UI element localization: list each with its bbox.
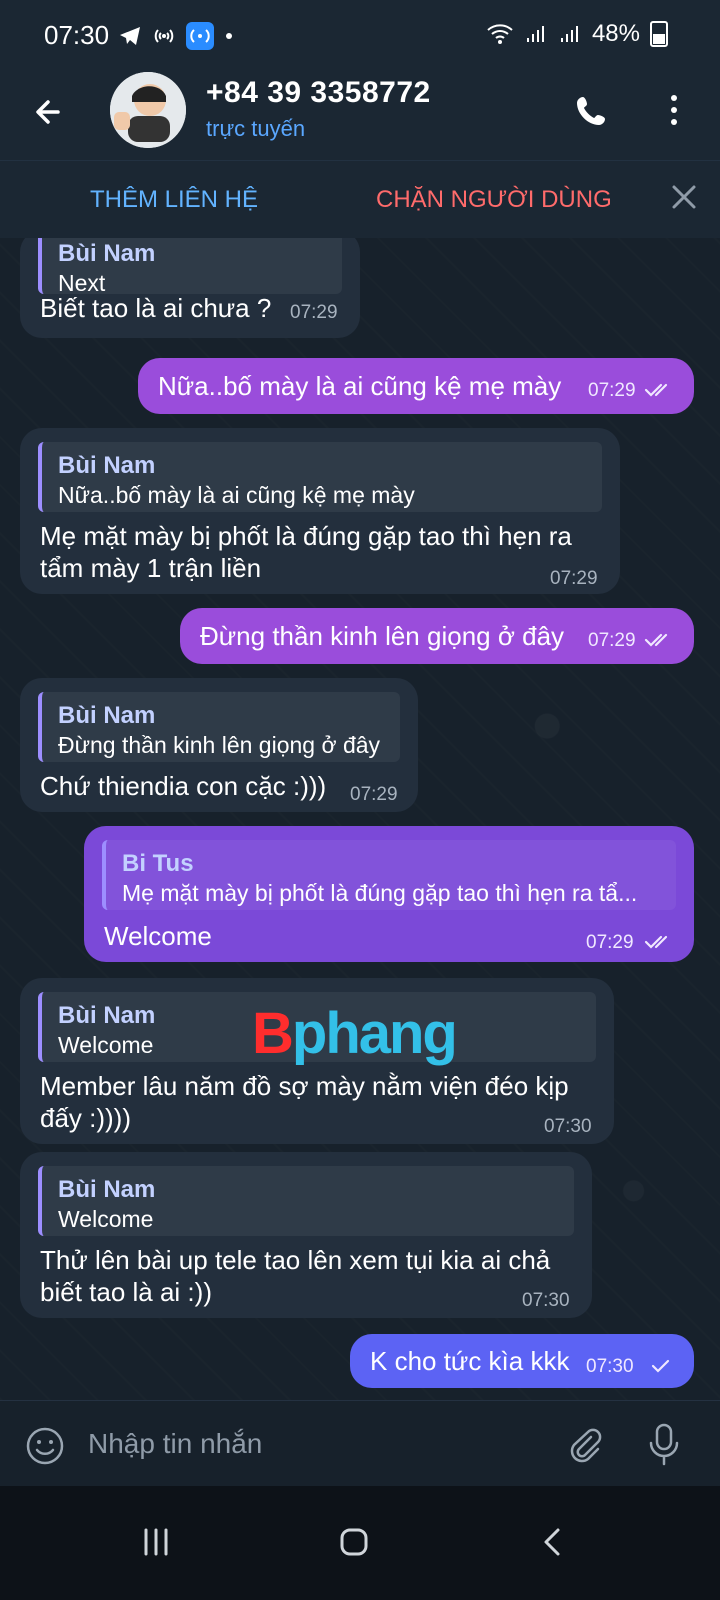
message-time: 07:29 [588, 380, 636, 401]
dot-icon [226, 33, 232, 39]
wifi-icon [487, 24, 513, 44]
battery-icon [650, 21, 668, 47]
message-time: 07:29 [350, 784, 398, 805]
chat-status: trực tuyến [206, 116, 306, 141]
home-icon[interactable] [332, 1520, 376, 1564]
message-bubble-1[interactable]: Bùi Nam Next Biết tao là ai chưa ? 07:29 [20, 238, 360, 338]
watermark-left: B [252, 1001, 294, 1066]
back-arrow-icon[interactable] [28, 90, 72, 134]
single-check-icon [651, 1359, 670, 1373]
chat-title: +84 39 3358772 [206, 76, 431, 109]
message-bubble-8[interactable]: Bùi Nam Welcome Thử lên bài up tele tao … [20, 1152, 592, 1318]
avatar-illustration [110, 72, 186, 148]
quote-name: Bùi Nam [58, 452, 156, 479]
quote-text: Mẹ mặt mày bị phốt là đúng gặp tao thì h… [122, 880, 638, 906]
avatar[interactable] [110, 72, 186, 148]
message-bubble-6[interactable]: Bi Tus Mẹ mặt mày bị phốt là đúng gặp ta… [84, 826, 694, 962]
emoji-icon[interactable] [24, 1425, 66, 1467]
chat-area: Bùi Nam Next Biết tao là ai chưa ? 07:29… [0, 238, 720, 1400]
quote-name: Bùi Nam [58, 702, 156, 729]
message-bubble-4[interactable]: Đừng thần kinh lên giọng ở đây 07:29 [180, 608, 694, 664]
message-time: 07:29 [588, 630, 636, 651]
reply-quote: Bùi Nam Next [38, 238, 342, 296]
message-time: 07:30 [544, 1116, 592, 1137]
message-text: Thử lên bài up tele tao lên xem tụi kia … [40, 1245, 551, 1307]
reply-quote: Bùi Nam Welcome [38, 1166, 574, 1236]
hotspot-active-icon [186, 22, 214, 50]
status-time: 07:30 [44, 20, 110, 50]
quote-name: Bùi Nam [58, 1002, 156, 1029]
quote-name: Bùi Nam [58, 240, 156, 267]
quote-text: Nữa..bố mày là ai cũng kệ mẹ mày [58, 482, 415, 508]
chat-header: +84 39 3358772 trực tuyến [0, 70, 720, 160]
recent-apps-icon[interactable] [134, 1520, 178, 1564]
message-time: 07:29 [550, 568, 598, 589]
telegram-icon [120, 27, 140, 45]
message-time: 07:29 [290, 302, 338, 323]
watermark: Bphang [252, 1000, 458, 1067]
hotspot-icon [154, 29, 174, 43]
double-check-icon [644, 633, 668, 647]
status-right: 48% [486, 20, 668, 48]
message-text: Chứ thiendia con cặc :))) [40, 771, 327, 801]
quote-name: Bùi Nam [58, 1176, 156, 1203]
back-icon[interactable] [532, 1520, 576, 1564]
message-input[interactable]: Nhập tin nhắn [88, 1428, 262, 1460]
message-composer: Nhập tin nhắn [0, 1400, 720, 1487]
message-text: Member lâu năm đồ sợ mày nằm viện đéo kị… [40, 1071, 569, 1133]
block-user-button[interactable]: CHẶN NGƯỜI DÙNG [376, 186, 612, 214]
reply-quote: Bùi Nam Nữa..bố mày là ai cũng kệ mẹ mày [38, 442, 602, 512]
battery-text: 48% [591, 20, 640, 47]
system-nav-bar [0, 1486, 720, 1600]
more-vertical-icon[interactable] [664, 88, 684, 132]
message-text: Mẹ mặt mày bị phốt là đúng gặp tao thì h… [40, 521, 572, 583]
signal-icon [526, 26, 544, 42]
reply-quote: Bi Tus Mẹ mặt mày bị phốt là đúng gặp ta… [102, 840, 676, 910]
quote-name: Bi Tus [122, 850, 194, 877]
microphone-icon[interactable] [644, 1421, 684, 1467]
phone-icon[interactable] [570, 88, 614, 132]
message-bubble-2[interactable]: Nữa..bố mày là ai cũng kệ mẹ mày 07:29 [138, 358, 694, 414]
message-bubble-3[interactable]: Bùi Nam Nữa..bố mày là ai cũng kệ mẹ mày… [20, 428, 620, 594]
double-check-icon [644, 935, 668, 949]
paperclip-icon[interactable] [564, 1425, 604, 1465]
add-contact-button[interactable]: THÊM LIÊN HỆ [90, 186, 258, 214]
close-icon[interactable] [666, 179, 702, 215]
quote-text: Welcome [58, 1206, 154, 1232]
signal-icon-2 [560, 26, 578, 42]
reply-quote: Bùi Nam Đừng thần kinh lên giọng ở đây [38, 692, 400, 762]
quote-text: Đừng thần kinh lên giọng ở đây [58, 732, 381, 758]
message-time: 07:30 [586, 1356, 634, 1377]
status-left-icons [118, 22, 234, 50]
message-time: 07:30 [522, 1290, 570, 1311]
message-time: 07:29 [586, 932, 634, 953]
double-check-icon [644, 383, 668, 397]
action-bar: THÊM LIÊN HỆ CHẶN NGƯỜI DÙNG [0, 160, 720, 239]
watermark-right: phang [291, 1001, 458, 1066]
message-bubble-5[interactable]: Bùi Nam Đừng thần kinh lên giọng ở đây C… [20, 678, 418, 812]
status-bar: 07:30 48% [0, 0, 720, 70]
message-bubble-9[interactable]: K cho tức kìa kkk 07:30 [350, 1334, 694, 1388]
